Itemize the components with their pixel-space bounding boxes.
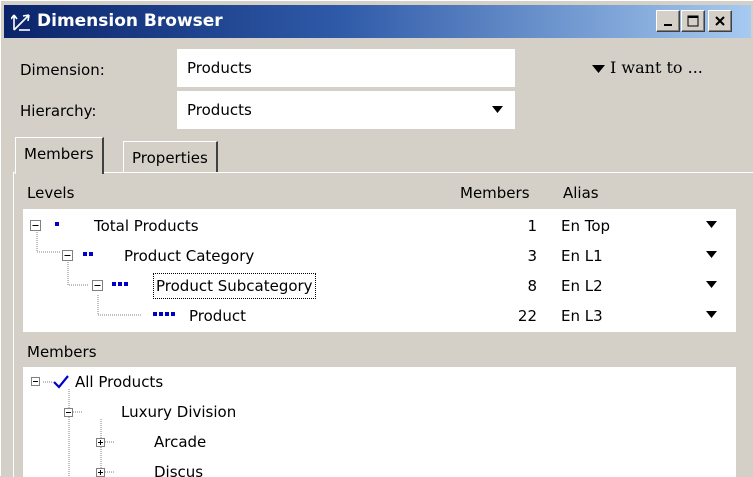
hierarchy-select[interactable]: Products: [177, 91, 481, 129]
caret-down-icon: [592, 64, 605, 73]
window-title: Dimension Browser: [37, 11, 223, 31]
collapse-icon[interactable]: [30, 220, 42, 232]
collapse-icon[interactable]: [62, 250, 74, 262]
tree-node-label: Luxury Division: [121, 403, 237, 421]
level-row[interactable]: Product 22 En L3: [23, 301, 736, 331]
level-row[interactable]: Product Subcategory 8 En L2: [23, 271, 736, 301]
level-dots-icon: [55, 222, 59, 226]
level-name: Product Category: [124, 247, 255, 265]
close-icon: [715, 16, 725, 26]
tab-properties[interactable]: Properties: [123, 141, 218, 173]
members-tree: All Products Luxury Division Arcade Disc…: [23, 367, 736, 477]
members-header: Members: [27, 343, 97, 361]
alias-dropdown-icon[interactable]: [706, 311, 718, 319]
minimize-button[interactable]: [656, 10, 680, 32]
hierarchy-label: Hierarchy:: [20, 102, 97, 120]
alias-dropdown-icon[interactable]: [706, 251, 718, 259]
maximize-button[interactable]: [681, 10, 705, 32]
hierarchy-arrows-icon: [11, 14, 30, 31]
level-name: Product: [189, 307, 246, 325]
maximize-icon: [687, 15, 699, 27]
level-member-count: 8: [527, 277, 537, 295]
alias-dropdown-icon[interactable]: [706, 221, 718, 229]
levels-header: Levels: [27, 184, 75, 202]
level-name-focused: Product Subcategory: [153, 273, 316, 299]
level-dots-icon: [112, 282, 128, 286]
level-alias: En L3: [561, 307, 603, 325]
level-member-count: 22: [517, 307, 537, 325]
alias-header: Alias: [563, 184, 599, 202]
alias-dropdown-icon[interactable]: [706, 281, 718, 289]
chevron-down-icon: [492, 106, 503, 113]
tree-node-label: Arcade: [154, 433, 207, 451]
collapse-icon[interactable]: [31, 377, 41, 387]
members-count-header: Members: [460, 184, 530, 202]
level-alias: En L2: [561, 277, 603, 295]
level-name: Total Products: [94, 217, 199, 235]
level-alias: En L1: [561, 247, 603, 265]
collapse-icon[interactable]: [92, 280, 104, 292]
level-dots-icon: [83, 252, 93, 256]
tab-members[interactable]: Members: [15, 137, 104, 174]
minimize-icon: [664, 24, 672, 26]
level-member-count: 3: [527, 247, 537, 265]
dimension-label: Dimension:: [20, 61, 105, 79]
level-row[interactable]: Total Products 1 En Top: [23, 211, 736, 241]
close-button[interactable]: [708, 10, 732, 32]
hierarchy-dropdown-button[interactable]: [481, 91, 515, 129]
tree-node-label: All Products: [75, 373, 164, 391]
expand-icon[interactable]: [96, 438, 106, 448]
collapse-icon[interactable]: [64, 408, 74, 418]
level-row[interactable]: Product Category 3 En L1: [23, 241, 736, 271]
i-want-to-label: I want to ...: [610, 58, 703, 77]
dimension-field[interactable]: Products: [177, 49, 515, 87]
level-member-count: 1: [527, 217, 537, 235]
dimension-browser-window: Dimension Browser Dimension: Products I …: [0, 0, 753, 477]
i-want-to-menu[interactable]: I want to ...: [592, 58, 703, 77]
level-alias: En Top: [561, 217, 611, 235]
title-bar[interactable]: Dimension Browser: [4, 5, 751, 38]
level-dots-icon: [153, 312, 175, 316]
levels-grid: Total Products 1 En Top Product Category…: [23, 209, 736, 332]
checkmark-icon: [53, 375, 69, 389]
tree-node-label: Discus: [154, 463, 204, 477]
